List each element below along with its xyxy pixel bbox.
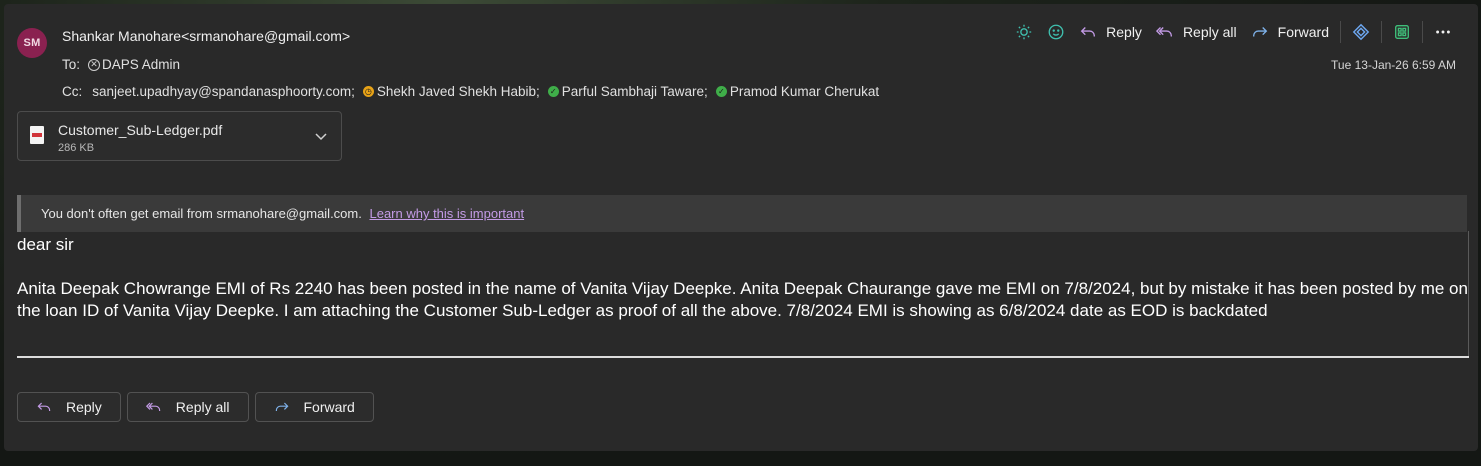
immersive-reader-button[interactable] bbox=[1345, 18, 1377, 46]
sent-date: Tue 13-Jan-26 6:59 AM bbox=[1331, 58, 1456, 72]
attachment-card[interactable]: Customer_Sub-Ledger.pdf 286 KB bbox=[17, 111, 342, 161]
reply-all-button[interactable]: Reply all bbox=[126, 392, 249, 422]
toolbar-divider bbox=[1422, 21, 1423, 43]
cc-recipient[interactable]: Parful Sambhaji Taware; bbox=[562, 84, 708, 99]
message-body: dear sir Anita Deepak Chowrange EMI of R… bbox=[17, 234, 1469, 322]
reply-label: Reply bbox=[1106, 24, 1142, 40]
away-status-icon: ◷ bbox=[362, 86, 374, 97]
attachment-filename: Customer_Sub-Ledger.pdf bbox=[58, 122, 223, 138]
cc-line: Cc: sanjeet.upadhyay@spandanasphoorty.co… bbox=[62, 84, 879, 99]
available-status-icon: ✓ bbox=[547, 86, 559, 97]
warning-text: You don't often get email from srmanohar… bbox=[41, 206, 362, 221]
forward-label: Forward bbox=[1277, 24, 1329, 40]
cc-label: Cc: bbox=[62, 84, 83, 99]
reply-all-button[interactable]: Reply all bbox=[1149, 18, 1244, 46]
apps-button[interactable] bbox=[1386, 18, 1418, 46]
reply-button[interactable]: Reply bbox=[1072, 18, 1149, 46]
body-greeting: dear sir bbox=[17, 235, 74, 254]
diamond-app-icon bbox=[1352, 23, 1370, 41]
forward-icon bbox=[275, 402, 288, 411]
cc-recipient[interactable]: Pramod Kumar Cherukat bbox=[730, 84, 879, 99]
to-label: To: bbox=[62, 57, 81, 72]
available-status-icon: ✓ bbox=[715, 86, 727, 97]
to-recipient[interactable]: DAPS Admin bbox=[102, 57, 180, 72]
smiley-icon bbox=[1048, 24, 1064, 40]
learn-why-link[interactable]: Learn why this is important bbox=[369, 206, 524, 221]
forward-button[interactable]: Forward bbox=[1244, 18, 1336, 46]
brightness-button[interactable] bbox=[1008, 18, 1040, 46]
reply-label: Reply bbox=[66, 399, 102, 415]
reply-all-label: Reply all bbox=[1182, 24, 1237, 40]
reply-button[interactable]: Reply bbox=[17, 392, 121, 422]
more-icon bbox=[1436, 30, 1450, 34]
forward-icon bbox=[1252, 27, 1267, 37]
reply-all-icon bbox=[1155, 27, 1172, 37]
cc-recipient[interactable]: Shekh Javed Shekh Habib; bbox=[377, 84, 540, 99]
blocked-status-icon: ✕ bbox=[88, 58, 101, 71]
pdf-file-icon bbox=[30, 126, 44, 144]
forward-label: Forward bbox=[303, 399, 355, 415]
forward-button[interactable]: Forward bbox=[254, 392, 374, 422]
reply-all-icon bbox=[145, 402, 160, 411]
body-paragraph: Anita Deepak Chowrange EMI of Rs 2240 ha… bbox=[17, 279, 1468, 320]
to-line: To: ✕ DAPS Admin bbox=[62, 57, 180, 72]
reply-icon bbox=[37, 402, 51, 411]
attachment-size: 286 KB bbox=[58, 142, 95, 154]
sun-icon bbox=[1016, 24, 1032, 40]
reply-all-label: Reply all bbox=[175, 399, 230, 415]
external-sender-warning: You don't often get email from srmanohar… bbox=[17, 195, 1467, 232]
cc-recipient[interactable]: sanjeet.upadhyay@spandanasphoorty.com; bbox=[92, 84, 355, 99]
reply-icon bbox=[1080, 27, 1096, 37]
message-toolbar: Reply Reply all Forward bbox=[1008, 18, 1459, 46]
toolbar-divider bbox=[1381, 21, 1382, 43]
chevron-down-icon[interactable] bbox=[313, 128, 329, 144]
more-actions-button[interactable] bbox=[1427, 18, 1459, 46]
sender-avatar[interactable]: SM bbox=[17, 28, 47, 58]
toolbar-divider bbox=[1340, 21, 1341, 43]
bottom-actions: Reply Reply all Forward bbox=[17, 392, 374, 422]
emoji-reaction-button[interactable] bbox=[1040, 18, 1072, 46]
apps-grid-icon bbox=[1395, 25, 1409, 39]
sender-name[interactable]: Shankar Manohare<srmanohare@gmail.com> bbox=[62, 28, 350, 44]
